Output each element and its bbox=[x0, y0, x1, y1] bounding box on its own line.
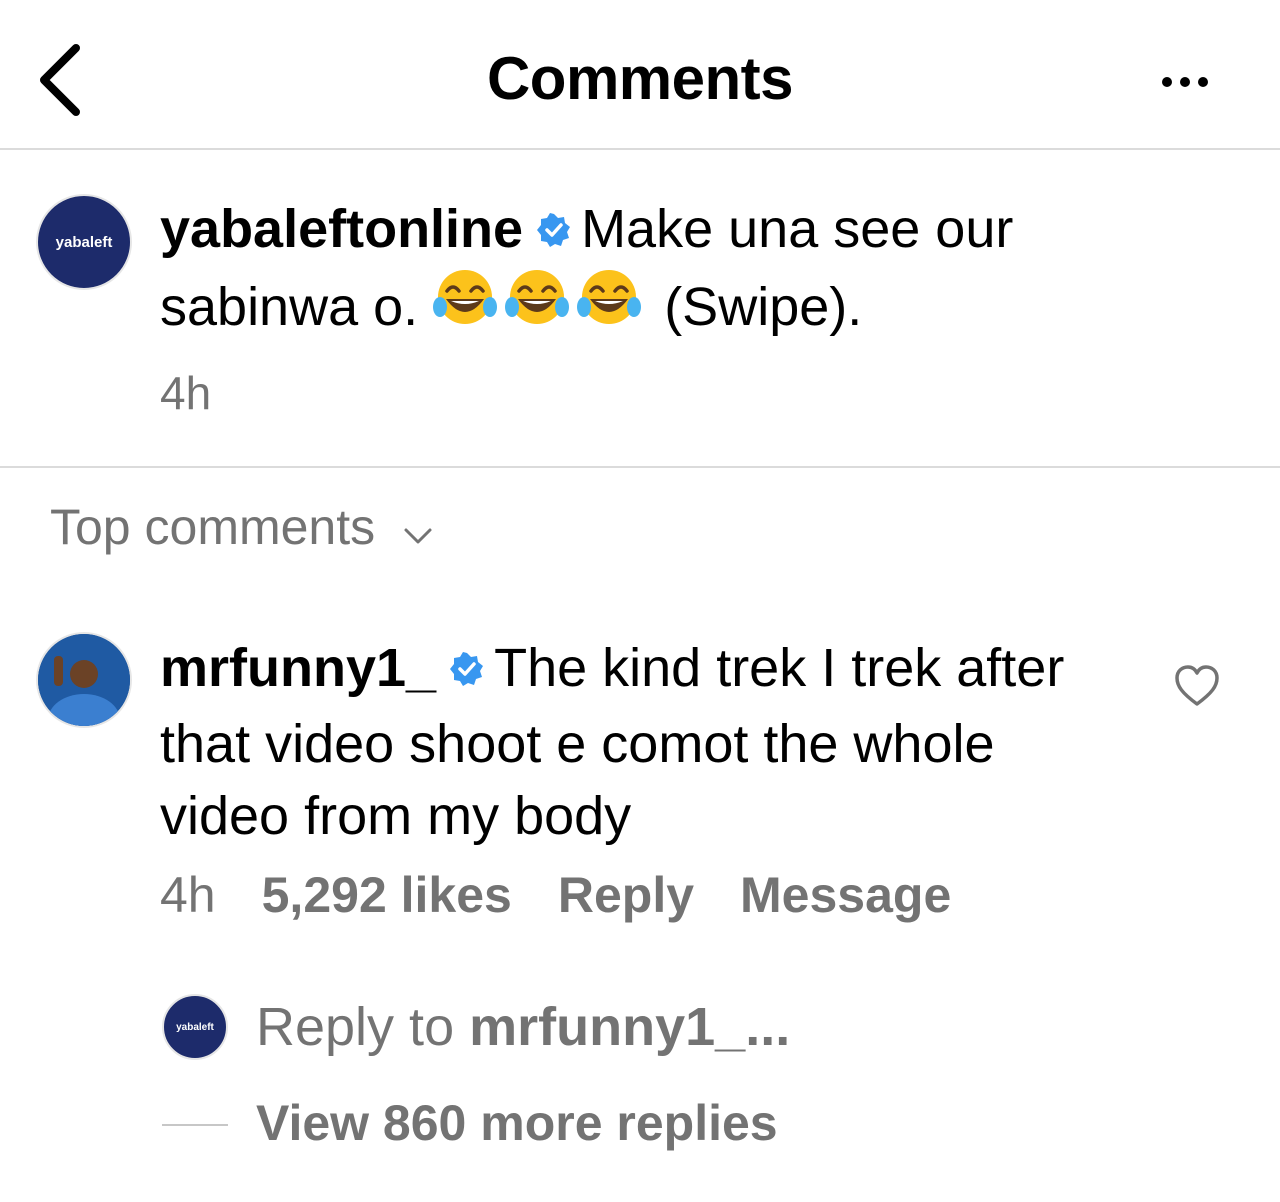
post-username[interactable]: yabaleftonline bbox=[160, 199, 523, 259]
post-timestamp: 4h bbox=[160, 367, 212, 419]
reply-target-username: mrfunny1_... bbox=[469, 997, 791, 1057]
page-title: Comments bbox=[486, 45, 794, 112]
comment-meta: 4h 5,292 likes Reply Message bbox=[160, 866, 997, 924]
caption-text-part2: (Swipe). bbox=[664, 276, 863, 337]
likes-count[interactable]: 5,292 likes bbox=[262, 867, 512, 923]
divider bbox=[162, 1124, 228, 1126]
header-bar: Comments bbox=[0, 0, 1280, 150]
reply-input[interactable]: Reply to mrfunny1_... bbox=[256, 996, 790, 1058]
post-caption: yabaleftonline Make una see our sabinwa o… bbox=[160, 192, 1160, 350]
more-horizontal-icon bbox=[1162, 77, 1208, 87]
avatar-logo-text: yabaleft bbox=[55, 233, 113, 251]
chevron-down-icon bbox=[403, 500, 433, 558]
comment-body: mrfunny1_ The kind trek I trek after that… bbox=[160, 632, 1080, 852]
like-button[interactable] bbox=[1174, 664, 1220, 708]
comment-username[interactable]: mrfunny1_ bbox=[160, 638, 436, 698]
avatar: yabaleft bbox=[162, 994, 228, 1060]
laughing-tears-emoji-icon bbox=[433, 267, 498, 346]
reply-prefix: Reply to bbox=[256, 997, 455, 1057]
avatar[interactable]: yabaleft bbox=[36, 194, 132, 290]
verified-badge-icon bbox=[450, 632, 484, 704]
avatar[interactable] bbox=[36, 632, 132, 728]
profile-photo-icon bbox=[38, 634, 130, 726]
verified-badge-icon bbox=[537, 192, 571, 266]
view-more-replies-button[interactable]: View 860 more replies bbox=[256, 1094, 778, 1152]
laughing-tears-emoji-icon bbox=[505, 267, 570, 346]
sort-dropdown[interactable]: Top comments bbox=[50, 498, 433, 560]
laughing-tears-emoji-icon bbox=[577, 267, 642, 346]
comment-timestamp: 4h bbox=[160, 867, 216, 923]
avatar-logo-text: yabaleft bbox=[176, 1021, 214, 1033]
more-options-button[interactable] bbox=[1150, 62, 1220, 102]
heart-outline-icon bbox=[1175, 665, 1219, 706]
message-button[interactable]: Message bbox=[740, 867, 951, 923]
sort-label: Top comments bbox=[50, 499, 376, 555]
reply-button[interactable]: Reply bbox=[558, 867, 694, 923]
